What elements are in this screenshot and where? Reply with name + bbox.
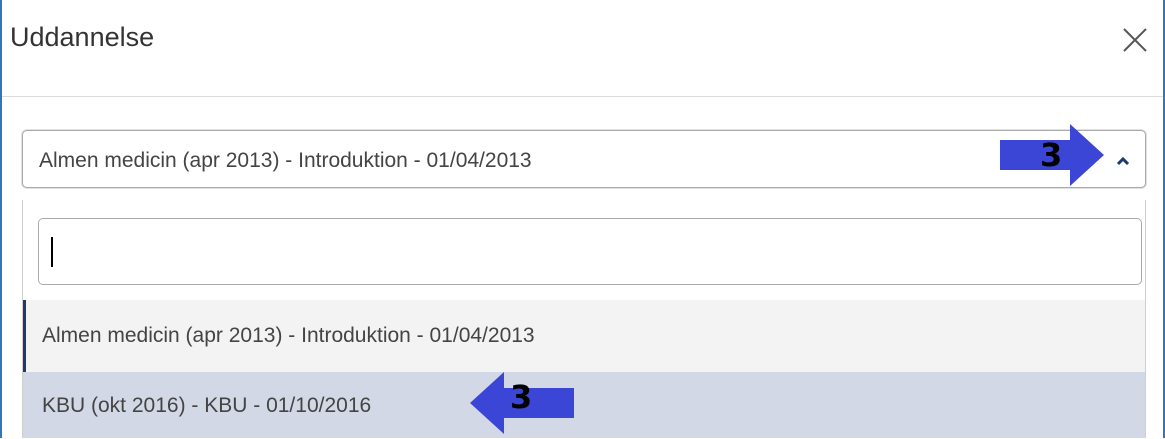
annotation-number: 3 (1040, 136, 1063, 174)
option-kbu[interactable]: KBU (okt 2016) - KBU - 01/10/2016 (23, 372, 1145, 438)
search-input[interactable] (38, 218, 1142, 285)
education-select[interactable]: Almen medicin (apr 2013) - Introduktion … (22, 130, 1146, 188)
dialog-title: Uddannelse (10, 22, 155, 52)
text-cursor (51, 237, 53, 267)
select-value: Almen medicin (apr 2013) - Introduktion … (39, 149, 532, 172)
option-label: Almen medicin (apr 2013) - Introduktion … (42, 324, 535, 347)
dialog-header: Uddannelse (2, 0, 1163, 97)
option-label: KBU (okt 2016) - KBU - 01/10/2016 (42, 394, 372, 417)
annotation-arrow-left: 3 (470, 372, 574, 434)
chevron-up-icon[interactable] (1113, 151, 1133, 171)
annotation-arrow-right: 3 (1000, 124, 1104, 186)
option-almen-medicin[interactable]: Almen medicin (apr 2013) - Introduktion … (23, 300, 1145, 372)
dropdown-panel: Almen medicin (apr 2013) - Introduktion … (22, 200, 1146, 438)
annotation-number: 3 (510, 378, 533, 416)
close-icon[interactable] (1121, 26, 1149, 54)
education-dialog: Uddannelse Almen medicin (apr 2013) - In… (0, 0, 1165, 438)
